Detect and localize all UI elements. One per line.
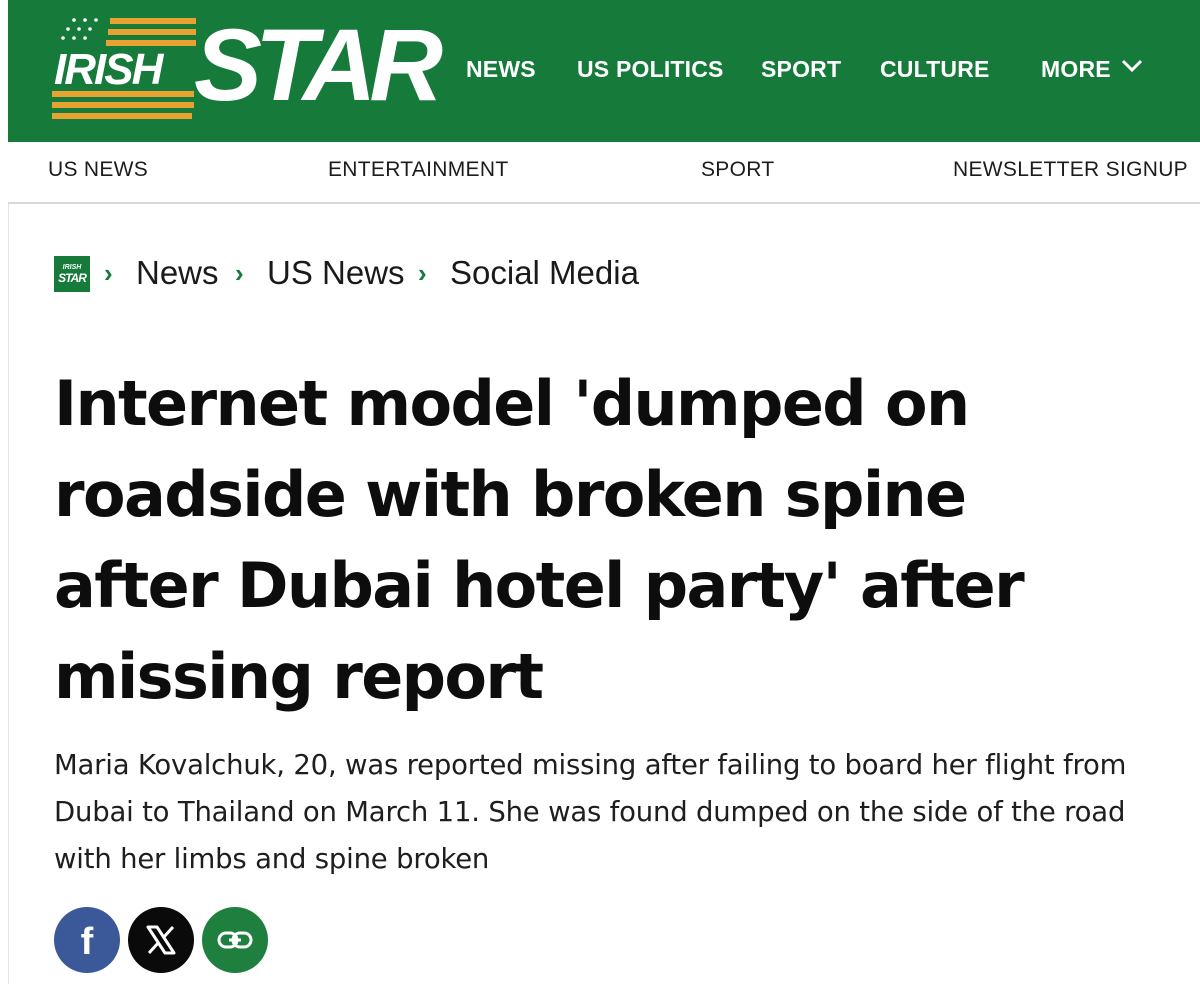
chevron-down-icon [1121, 59, 1142, 73]
breadcrumb-home-logo-icon[interactable]: IRISH STAR [54, 256, 90, 292]
breadcrumb-social-media[interactable]: Social Media [450, 254, 639, 292]
facebook-icon: f [80, 920, 94, 963]
share-link-button[interactable] [202, 907, 268, 973]
main-nav: NEWS US POLITICS SPORT CULTURE MORE [8, 52, 1200, 86]
subnav-item-us-news[interactable]: US NEWS [48, 158, 148, 182]
article-standfirst: Maria Kovalchuk, 20, was reported missin… [54, 749, 1127, 875]
nav-item-more[interactable]: MORE [1041, 52, 1143, 86]
nav-item-culture[interactable]: CULTURE [880, 52, 990, 86]
share-x-button[interactable] [128, 907, 194, 973]
subnav-item-newsletter-signup[interactable]: NEWSLETTER SIGNUP [953, 158, 1188, 182]
link-icon [217, 931, 253, 949]
nav-item-more-label: MORE [1041, 56, 1111, 82]
chevron-right-icon: › [418, 258, 427, 288]
nav-item-news[interactable]: NEWS [466, 52, 536, 86]
site-header: IRISH STAR NEWS US POLITICS SPORT CULTUR… [8, 0, 1200, 142]
chevron-right-icon: › [235, 258, 244, 288]
x-icon [146, 925, 176, 955]
breadcrumb-news[interactable]: News [136, 254, 219, 292]
subnav-item-sport[interactable]: SPORT [701, 158, 774, 182]
nav-item-sport[interactable]: SPORT [761, 52, 841, 86]
article-headline: Internet model 'dumped on roadside with … [54, 367, 1025, 713]
chevron-right-icon: › [104, 258, 113, 288]
secondary-nav: US NEWS ENTERTAINMENT SPORT NEWSLETTER S… [8, 142, 1200, 204]
nav-item-us-politics[interactable]: US POLITICS [577, 52, 724, 86]
breadcrumb-us-news[interactable]: US News [267, 254, 405, 292]
share-facebook-button[interactable]: f [54, 907, 120, 973]
subnav-item-entertainment[interactable]: ENTERTAINMENT [328, 158, 508, 182]
